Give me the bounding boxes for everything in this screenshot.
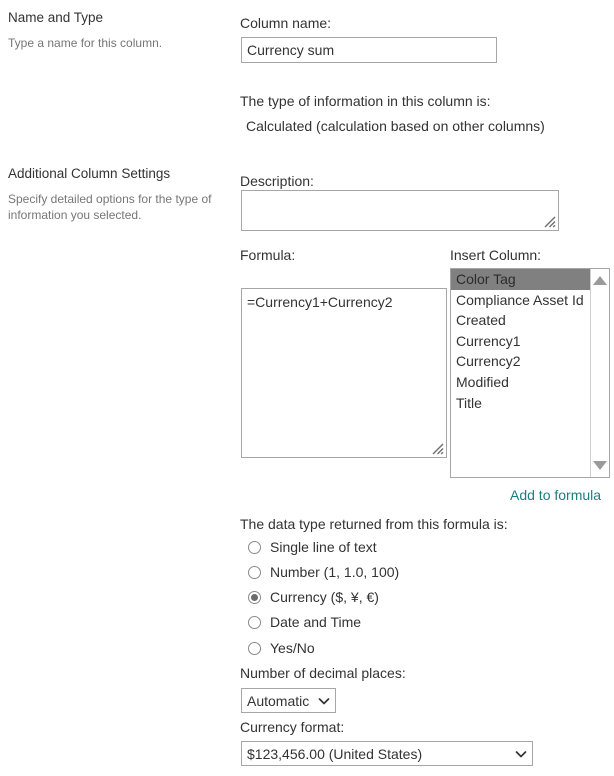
insert-column-list[interactable]: Color Tag Compliance Asset Id Created Cu… bbox=[451, 269, 591, 477]
type-of-information-label: The type of information in this column i… bbox=[240, 93, 491, 109]
radio-mark-icon[interactable] bbox=[248, 565, 261, 579]
radio-mark-icon[interactable] bbox=[248, 615, 261, 629]
description-textarea[interactable] bbox=[242, 191, 558, 230]
chevron-down-icon bbox=[318, 697, 330, 704]
formula-textarea-wrapper[interactable] bbox=[241, 288, 447, 458]
radio-mark-icon[interactable] bbox=[248, 540, 261, 554]
name-and-type-heading: Name and Type bbox=[8, 10, 104, 25]
formula-textarea[interactable] bbox=[242, 289, 446, 457]
currency-format-select[interactable]: $123,456.00 (United States) bbox=[241, 741, 533, 766]
add-to-formula-link[interactable]: Add to formula bbox=[510, 486, 601, 504]
name-and-type-description: Type a name for this column. bbox=[8, 36, 163, 50]
data-type-label: The data type returned from this formula… bbox=[240, 516, 508, 532]
radio-label: Single line of text bbox=[270, 539, 377, 555]
list-item[interactable]: Modified bbox=[451, 372, 591, 393]
radio-single-line-of-text[interactable]: Single line of text bbox=[248, 538, 377, 556]
scroll-down-arrow-icon[interactable] bbox=[593, 461, 607, 470]
radio-yes-no[interactable]: Yes/No bbox=[248, 639, 315, 657]
radio-currency[interactable]: Currency ($, ¥, €) bbox=[248, 588, 379, 606]
scroll-up-arrow-icon[interactable] bbox=[593, 276, 607, 285]
description-textarea-wrapper[interactable] bbox=[241, 190, 559, 231]
list-item[interactable]: Color Tag bbox=[451, 269, 591, 290]
radio-number[interactable]: Number (1, 1.0, 100) bbox=[248, 563, 399, 581]
chevron-down-icon bbox=[515, 750, 527, 757]
radio-mark-icon[interactable] bbox=[248, 641, 261, 655]
currency-format-label: Currency format: bbox=[240, 719, 345, 735]
decimal-places-label: Number of decimal places: bbox=[240, 665, 406, 681]
insert-column-listbox[interactable]: Color Tag Compliance Asset Id Created Cu… bbox=[450, 268, 610, 478]
additional-column-settings-description: Specify detailed options for the type of… bbox=[8, 192, 212, 222]
list-item[interactable]: Compliance Asset Id bbox=[451, 290, 591, 311]
description-label: Description: bbox=[240, 173, 314, 189]
column-name-label: Column name: bbox=[240, 15, 332, 31]
insert-column-label: Insert Column: bbox=[450, 247, 542, 263]
decimal-places-select[interactable]: Automatic bbox=[241, 688, 336, 713]
additional-column-settings-heading: Additional Column Settings bbox=[8, 166, 171, 181]
list-item[interactable]: Title bbox=[451, 393, 591, 414]
radio-date-and-time[interactable]: Date and Time bbox=[248, 613, 361, 631]
radio-label: Number (1, 1.0, 100) bbox=[270, 564, 400, 580]
list-item[interactable]: Currency2 bbox=[451, 351, 591, 372]
listbox-scrollbar[interactable] bbox=[590, 269, 609, 477]
radio-label: Currency ($, ¥, €) bbox=[270, 589, 379, 605]
list-item[interactable]: Currency1 bbox=[451, 331, 591, 352]
type-of-information-value: Calculated (calculation based on other c… bbox=[246, 118, 545, 134]
radio-mark-icon[interactable] bbox=[248, 590, 261, 604]
radio-label: Yes/No bbox=[270, 640, 315, 656]
name-and-type-section: Name and Type Type a name for this colum… bbox=[8, 10, 232, 51]
list-item[interactable]: Created bbox=[451, 310, 591, 331]
currency-format-value: $123,456.00 (United States) bbox=[247, 745, 423, 762]
decimal-places-value: Automatic bbox=[247, 692, 310, 709]
additional-column-settings-section: Additional Column Settings Specify detai… bbox=[8, 166, 232, 223]
column-name-input[interactable] bbox=[241, 37, 497, 63]
radio-label: Date and Time bbox=[270, 614, 362, 630]
formula-label: Formula: bbox=[240, 247, 296, 263]
